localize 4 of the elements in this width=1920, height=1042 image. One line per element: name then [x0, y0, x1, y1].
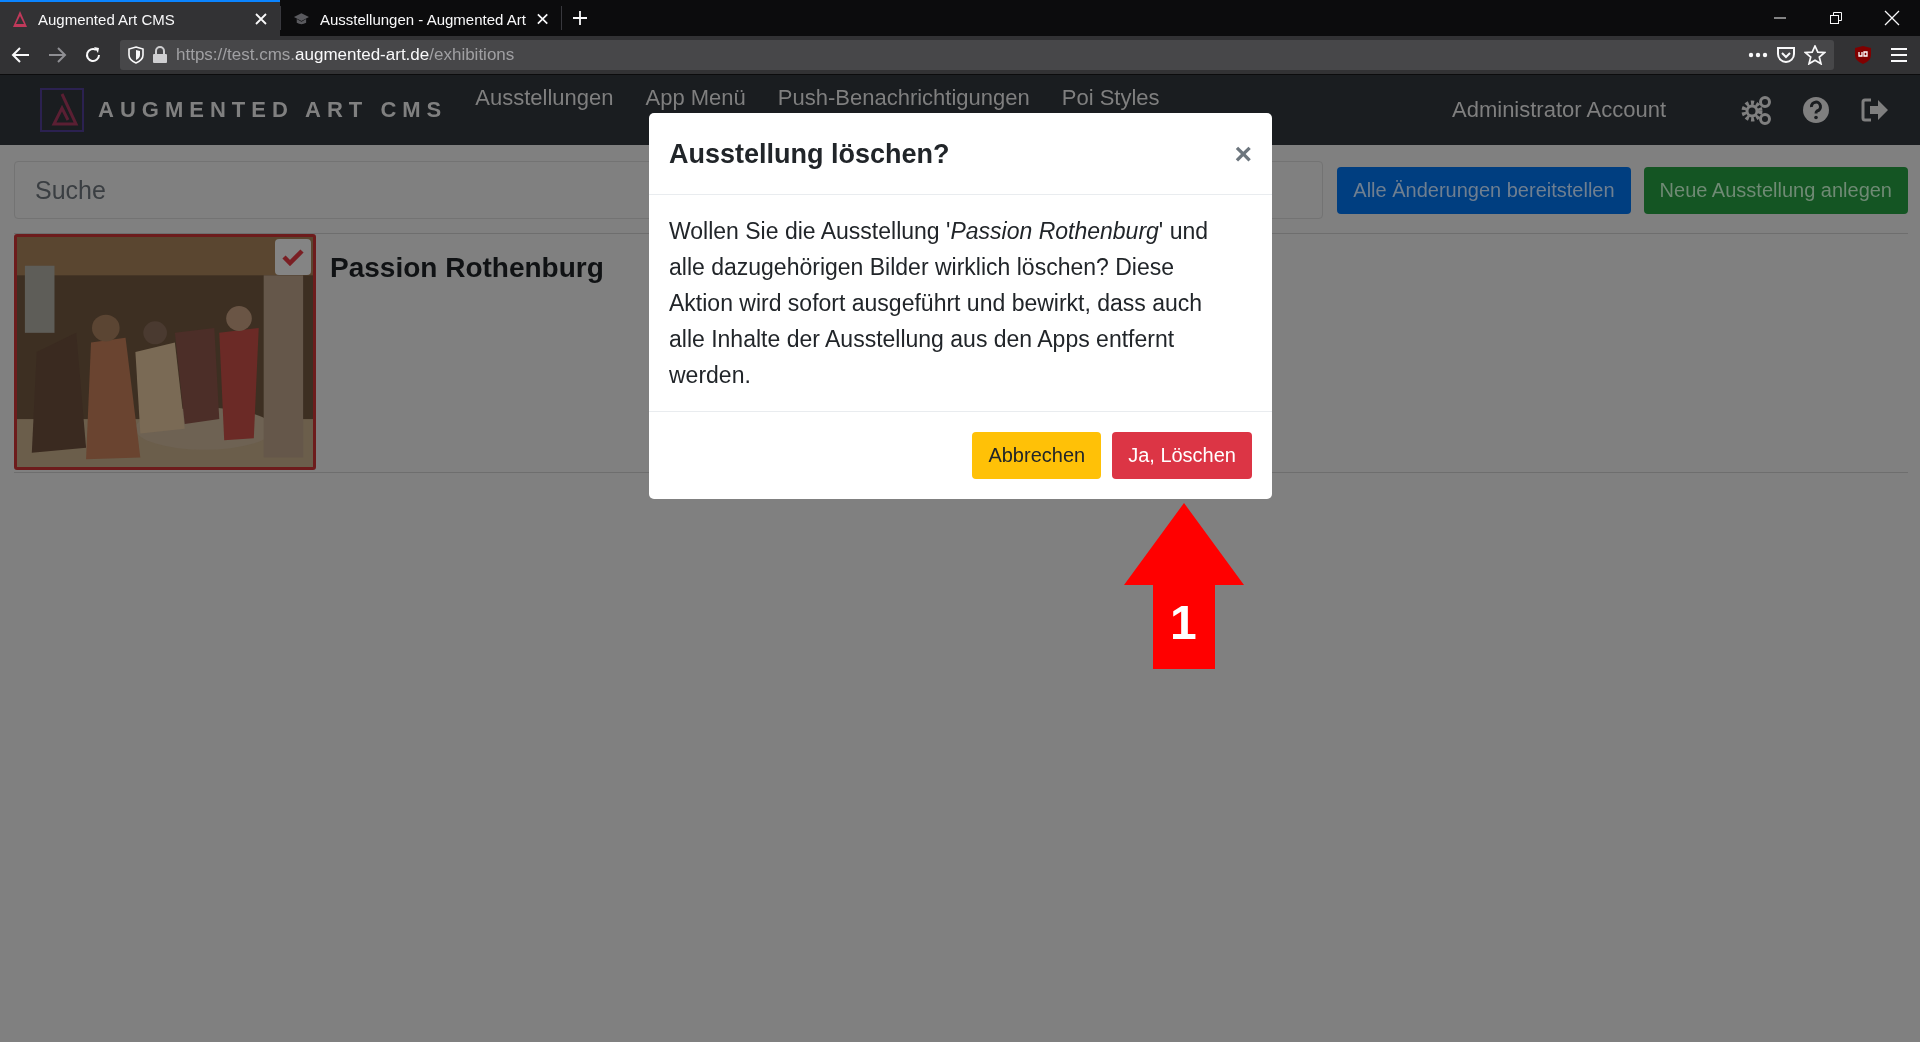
exhibition-title: Passion Rothenburg — [330, 252, 604, 285]
dialog-message: Wollen Sie die Ausstellung 'Passion Rothenburg' und alle dazugehörigen Bilder wirklich löschen? Diese Aktion wird sofort ausgeführt und bewirkt, dass auch alle Inhalte der Ausstellung aus den Apps entfernt werden. — [649, 195, 1272, 412]
dialog-title: Ausstellung löschen? — [669, 139, 950, 170]
step-number: 1 — [1170, 595, 1197, 650]
